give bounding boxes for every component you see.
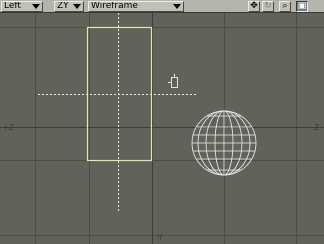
viewport-toolbar: Left ZY Wireframe ✥ ↻ ⌕ ▣ bbox=[0, 0, 324, 13]
move-icon[interactable]: ✥ bbox=[248, 1, 260, 12]
axis-label-right: -Z bbox=[311, 123, 320, 132]
render-mode-dropdown[interactable]: Wireframe bbox=[88, 1, 184, 12]
maximize-icon[interactable]: ▣ bbox=[296, 1, 308, 12]
zoom-icon[interactable]: ⌕ bbox=[279, 1, 291, 12]
chevron-down-icon bbox=[32, 4, 40, 9]
sphere-object bbox=[191, 110, 257, 176]
cursor-marker bbox=[168, 74, 178, 88]
rotate-icon[interactable]: ↻ bbox=[262, 1, 274, 12]
view-type-dropdown[interactable]: Left bbox=[1, 1, 43, 12]
crosshair bbox=[38, 13, 198, 213]
axis-label-left: +Z bbox=[2, 123, 15, 132]
main-axes bbox=[0, 13, 324, 244]
viewport-canvas bbox=[0, 13, 324, 244]
chevron-down-icon bbox=[173, 4, 181, 9]
axis-dropdown-label: ZY bbox=[57, 1, 69, 11]
axis-label-bottom: -Y bbox=[156, 233, 163, 242]
chevron-down-icon bbox=[73, 4, 81, 9]
lightwave-modeler-viewport: Left ZY Wireframe ✥ ↻ ⌕ ▣ +Z -Z -Y bbox=[0, 0, 324, 244]
grid bbox=[0, 13, 324, 244]
view-type-label: Left bbox=[4, 1, 21, 11]
render-mode-label: Wireframe bbox=[91, 1, 138, 11]
wireframe-viewport[interactable]: +Z -Z -Y bbox=[0, 13, 324, 244]
axis-dropdown[interactable]: ZY bbox=[54, 1, 84, 12]
